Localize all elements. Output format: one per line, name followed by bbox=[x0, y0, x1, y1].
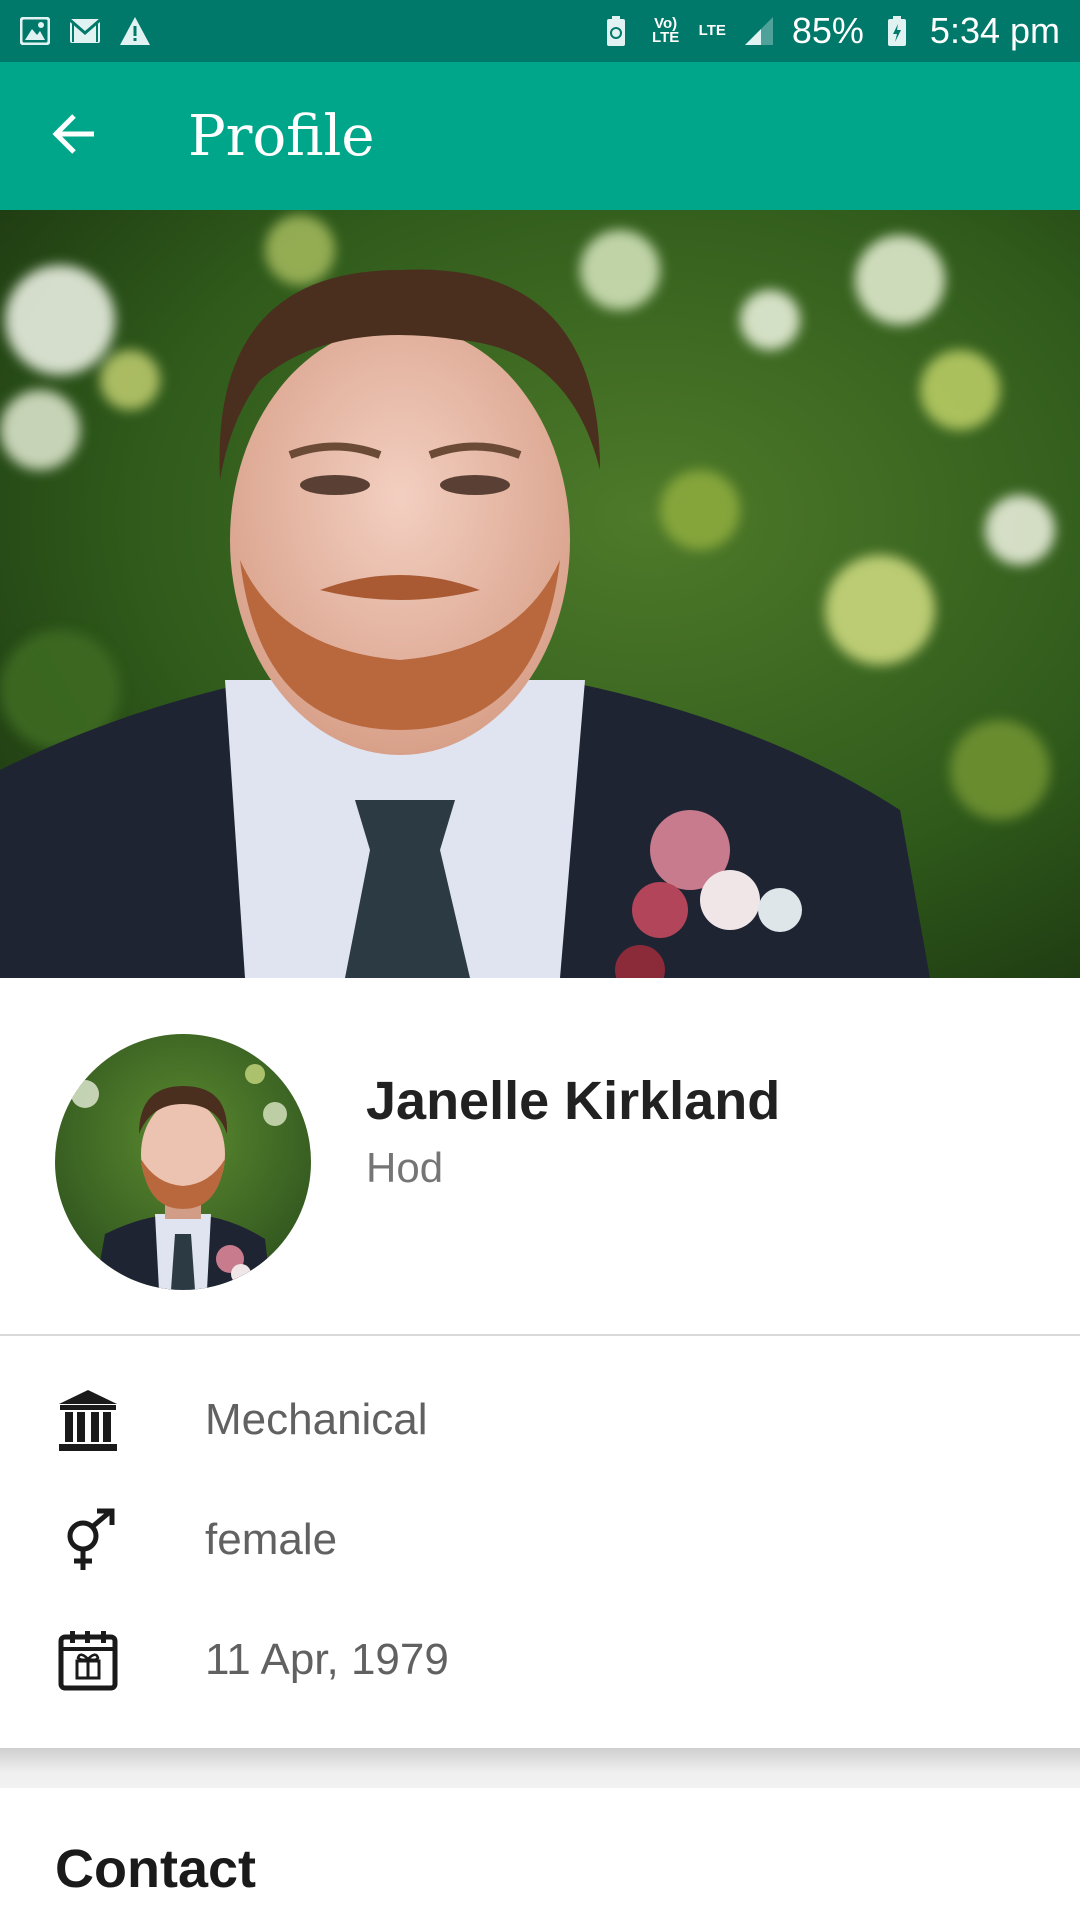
page-title: Profile bbox=[188, 103, 375, 169]
clock: 5:34 pm bbox=[929, 10, 1060, 51]
signal-icon bbox=[742, 14, 776, 48]
app-bar: Profile bbox=[0, 62, 1080, 210]
detail-gender: female bbox=[0, 1490, 1080, 1590]
birthday-calendar-icon bbox=[56, 1626, 120, 1694]
back-button[interactable] bbox=[24, 86, 124, 186]
battery-percent: 85% bbox=[791, 10, 864, 51]
contact-title: Contact bbox=[55, 1839, 256, 1899]
avatar[interactable] bbox=[55, 1034, 311, 1290]
user-name: Janelle Kirkland bbox=[366, 1071, 781, 1131]
cover-photo bbox=[0, 210, 1080, 978]
warning-icon bbox=[118, 14, 152, 48]
institution-icon bbox=[56, 1386, 120, 1454]
gmail-icon bbox=[68, 14, 102, 48]
status-right: Vo) LTE LTE 85% 5:34 pm bbox=[599, 10, 1060, 52]
profile-details: Mechanical female 11 Apr, 1979 bbox=[0, 1338, 1080, 1748]
volte-indicator: Vo) LTE bbox=[652, 15, 680, 46]
department-value: Mechanical bbox=[205, 1395, 428, 1444]
battery-charging-icon bbox=[880, 14, 914, 48]
battery-saver-icon bbox=[599, 14, 633, 48]
birthday-value: 11 Apr, 1979 bbox=[205, 1635, 449, 1684]
arrow-left-icon bbox=[50, 112, 98, 161]
lte-indicator: LTE bbox=[698, 22, 726, 39]
image-icon bbox=[18, 14, 52, 48]
status-bar: Vo) LTE LTE 85% 5:34 pm bbox=[0, 0, 1080, 62]
gender-icon bbox=[56, 1506, 120, 1574]
detail-department: Mechanical bbox=[0, 1370, 1080, 1470]
gender-value: female bbox=[205, 1515, 338, 1564]
detail-birthday: 11 Apr, 1979 bbox=[0, 1610, 1080, 1710]
status-left-icons bbox=[18, 14, 152, 48]
profile-header: Janelle Kirkland Hod bbox=[0, 978, 1080, 1336]
contact-section: Contact bbox=[0, 1788, 1080, 1920]
section-divider bbox=[0, 1748, 1080, 1788]
user-role: Hod bbox=[366, 1144, 444, 1191]
